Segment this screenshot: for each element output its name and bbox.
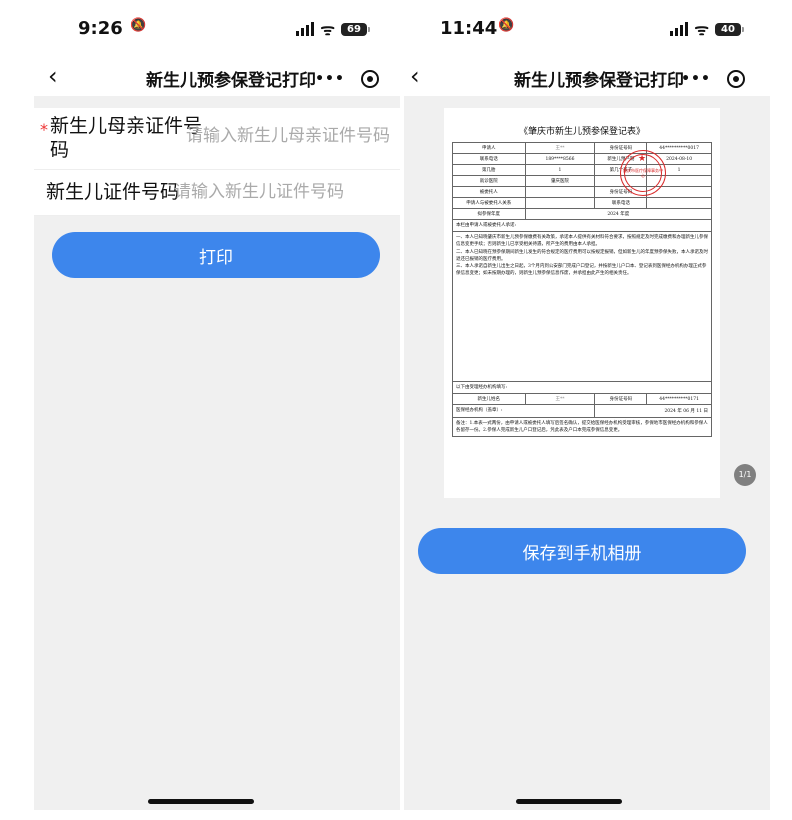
home-indicator (516, 799, 622, 804)
table-row: 申请人 王** 身份证号码 44**********0017 (452, 142, 712, 154)
save-to-album-button[interactable]: 保存到手机相册 (418, 528, 746, 574)
cellular-signal-icon (296, 22, 315, 36)
print-button[interactable]: 打印 (52, 232, 380, 278)
navigation-bar: ‹ 新生儿预参保登记打印 ••• (34, 60, 400, 96)
page-indicator: 1/1 (734, 464, 756, 486)
baby-id-label: 新生儿证件号码 (46, 181, 180, 203)
commitment-text: 一、本人已知晓肇庆市新生儿预参保缴费有关政策，承诺本人提供有关材料符合要求，按照… (452, 231, 712, 383)
miniprogram-capsule: ••• (676, 64, 756, 94)
battery-icon: 40 (715, 22, 744, 36)
wifi-icon: ᯤ (320, 20, 335, 39)
table-row: 第几胎 1 第几个孩子 1 (452, 164, 712, 176)
registration-form-document: 《肇庆市新生儿预参保登记表》 申请人 王** 身份证号码 44**********00… (451, 124, 713, 437)
right-phone-screen: 11:44 🔕 ᯤ 40 ‹ 新生儿预参保登记打印 ••• 《肇庆市新生儿预参保… (404, 0, 770, 820)
navigation-bar: ‹ 新生儿预参保登记打印 ••• (404, 60, 770, 96)
page-background: * 新生儿母亲证件号 码 新生儿证件号码 打印 (34, 96, 400, 810)
table-row: 被委托人 身份证号码 (452, 186, 712, 198)
status-time: 11:44 (440, 18, 498, 39)
cellular-signal-icon (670, 22, 689, 36)
table-row: 拟参保年度 2024 年度 (452, 208, 713, 220)
table-row: 联系电话 189****8566 新生儿预产期 2024-08-10 (452, 153, 712, 165)
battery-icon: 69 (341, 22, 370, 36)
baby-id-input[interactable] (174, 182, 394, 202)
more-menu-icon[interactable]: ••• (676, 71, 716, 87)
back-icon[interactable]: ‹ (48, 62, 58, 90)
table-row: 备注：1.本表一式两份，由申请人或被委托人填写后签名确认，提交给医保经办机构受理… (452, 416, 712, 437)
close-miniprogram-icon[interactable] (350, 70, 390, 88)
status-bar: 9:26 🔕 ᯤ 69 (34, 18, 400, 40)
home-indicator (148, 799, 254, 804)
left-phone-screen: 9:26 🔕 ᯤ 69 ‹ 新生儿预参保登记打印 ••• * 新生儿母亲证件号 … (34, 0, 400, 820)
baby-id-row: 新生儿证件号码 (34, 170, 400, 216)
mother-id-label-line1: 新生儿母亲证件号 (50, 115, 203, 137)
seal-star-icon: ★ (638, 154, 647, 164)
page-title: 新生儿预参保登记打印 (514, 71, 684, 91)
wifi-icon: ᯤ (694, 20, 709, 39)
required-marker: * (40, 120, 48, 139)
mother-id-label-line2: 码 (50, 139, 70, 161)
page-title: 新生儿预参保登记打印 (146, 71, 316, 91)
table-row: 申请人与被委托人关系 联系电话 (452, 197, 712, 209)
table-row: 新生儿姓名 王** 身份证号码 44**********0171 (452, 393, 712, 406)
miniprogram-capsule: ••• (310, 64, 390, 94)
mother-id-row: * 新生儿母亲证件号 码 (34, 108, 400, 170)
document-preview[interactable]: 《肇庆市新生儿预参保登记表》 申请人 王** 身份证号码 44**********00… (444, 108, 720, 498)
document-title: 《肇庆市新生儿预参保登记表》 (518, 127, 645, 137)
table-row: 医保经办机构（盖章）: 2024 年 06 月 11 日 (451, 404, 712, 418)
mother-id-input[interactable] (186, 126, 394, 146)
status-bar: 11:44 🔕 ᯤ 40 (404, 18, 770, 40)
close-miniprogram-icon[interactable] (716, 70, 756, 88)
table-row: 就诊医院 肇庆医院 (452, 175, 712, 187)
table-row: 以下由受理经办机构填写: (452, 381, 712, 395)
official-seal: ★ 肇庆市医疗保障事务中心 (620, 150, 666, 196)
battery-level: 69 (341, 22, 367, 36)
mute-icon: 🔕 (130, 18, 147, 33)
more-menu-icon[interactable]: ••• (310, 71, 350, 87)
battery-level: 40 (715, 22, 741, 36)
table-row: 本栏由申请人或被委托人承诺: (452, 218, 712, 233)
back-icon[interactable]: ‹ (410, 62, 420, 90)
registration-table: 申请人 王** 身份证号码 44**********0017 联系电话 189****8… (451, 142, 713, 437)
status-time: 9:26 (78, 18, 123, 39)
mute-icon: 🔕 (498, 18, 515, 33)
table-row: 一、本人已知晓肇庆市新生儿预参保缴费有关政策，承诺本人提供有关材料符合要求，按照… (452, 231, 712, 383)
